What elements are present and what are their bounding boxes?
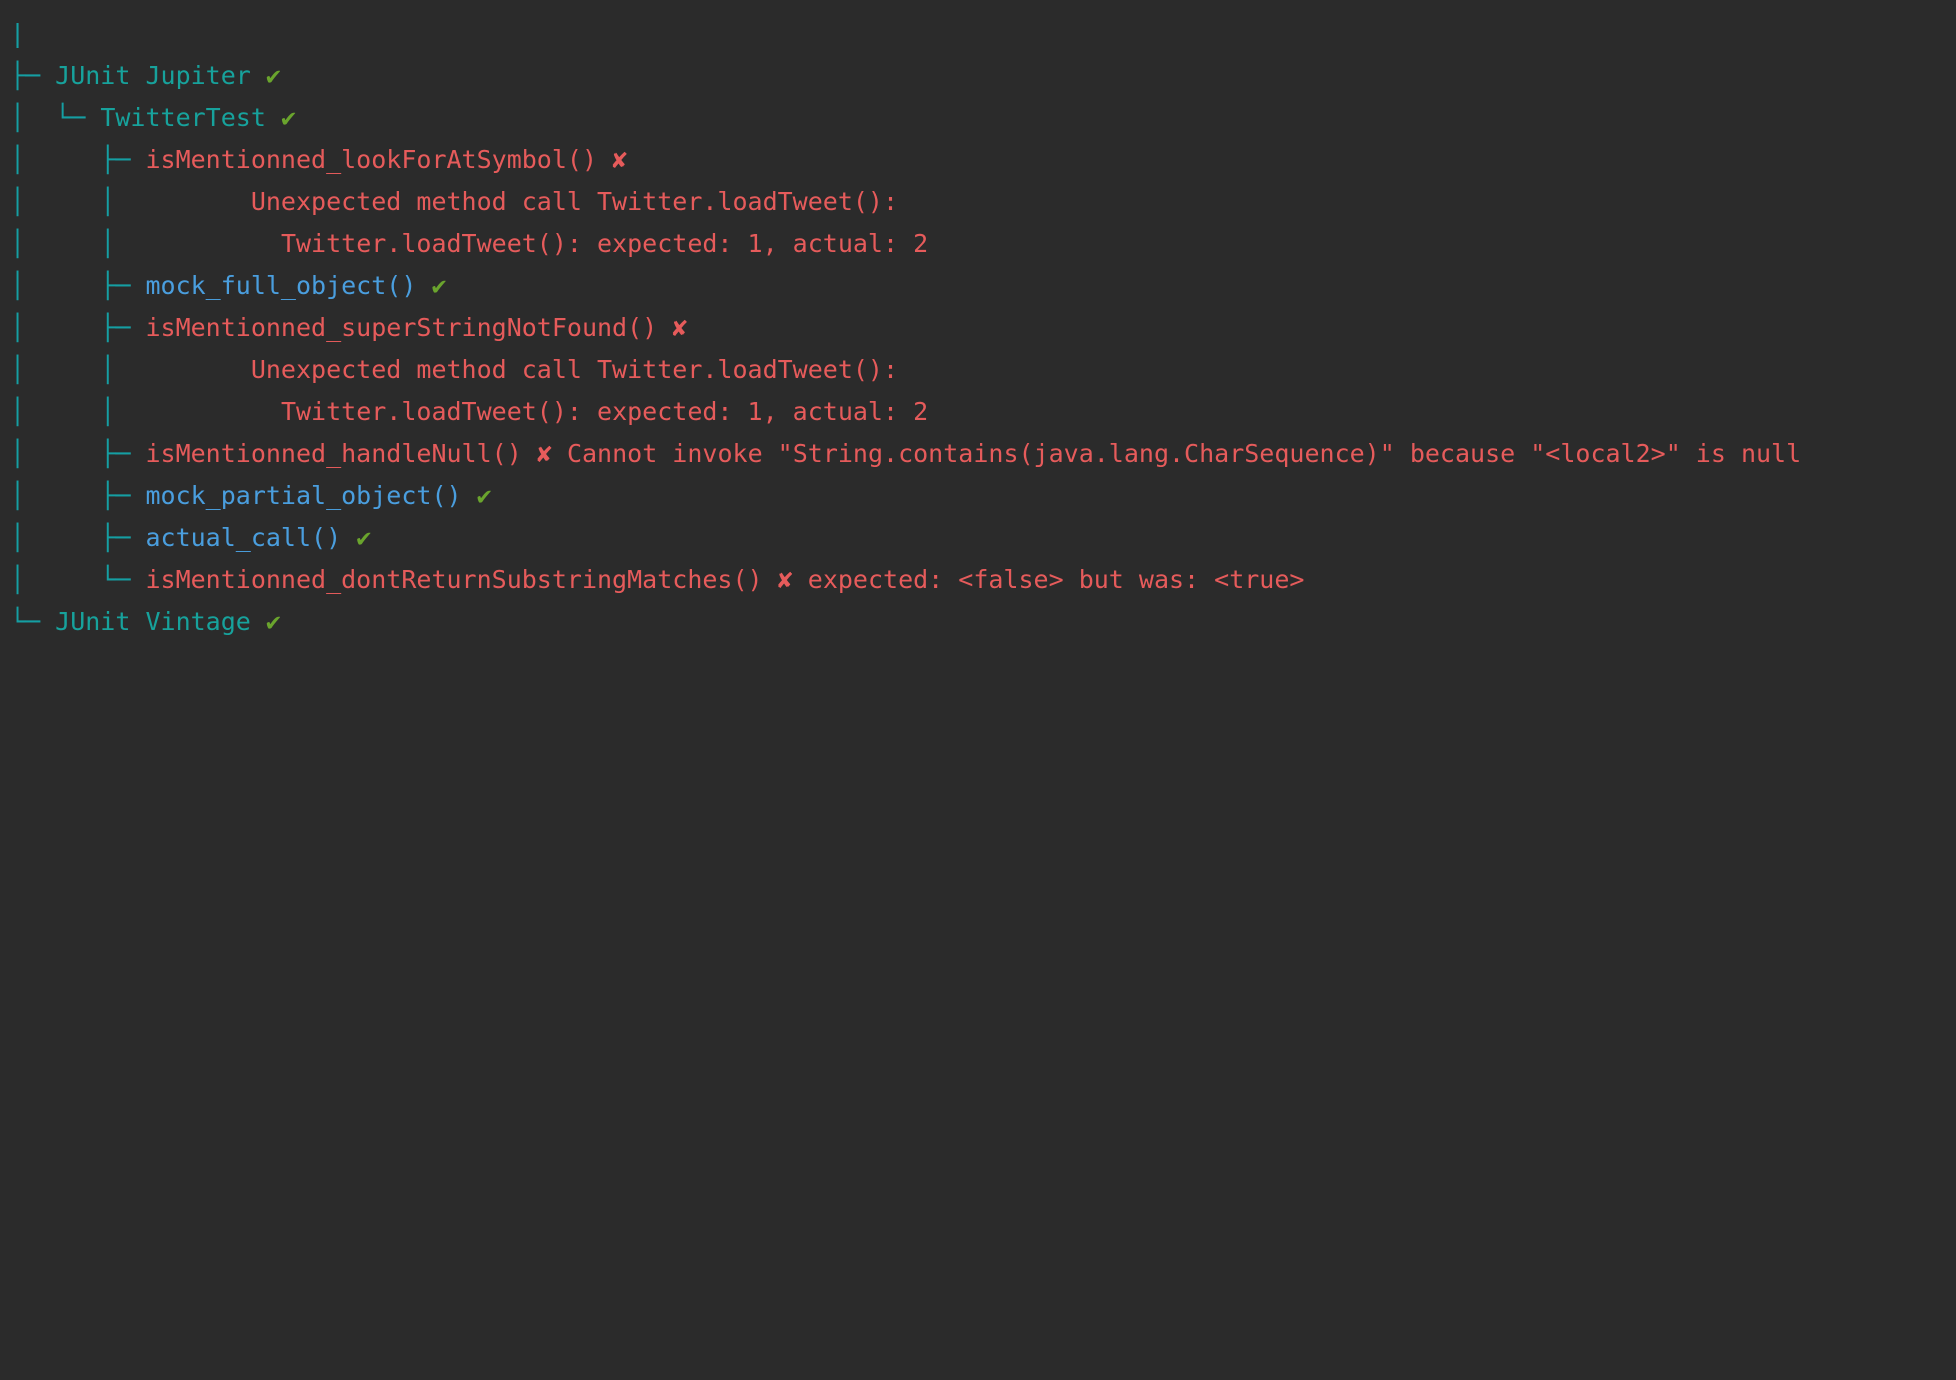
cross-icon: ✘ — [777, 565, 793, 594]
tree-connector: │ ├─ — [10, 439, 146, 468]
test-row-failed[interactable]: │ ├─ isMentionned_superStringNotFound() … — [10, 307, 687, 349]
tree-connector: │ │ — [10, 355, 251, 384]
failure-message-line: │ │ Unexpected method call Twitter.loadT… — [10, 181, 898, 223]
test-name[interactable]: actual_call() — [145, 523, 341, 552]
check-icon: ✔ — [265, 61, 281, 90]
test-row-passed[interactable]: │ ├─ mock_partial_object() ✔ — [10, 475, 492, 517]
check-icon: ✔ — [356, 523, 372, 552]
engine-name[interactable]: JUnit Jupiter — [55, 61, 251, 90]
failure-message: Cannot invoke "String.contains(java.lang… — [566, 439, 1802, 468]
failure-message: expected: <false> but was: <true> — [807, 565, 1305, 594]
test-row-failed[interactable]: │ ├─ isMentionned_lookForAtSymbol() ✘ — [10, 139, 627, 181]
tree-root-line: | — [10, 13, 25, 55]
engine-name[interactable]: JUnit Vintage — [55, 607, 251, 636]
tree-connector: │ └─ — [10, 565, 146, 594]
test-class-name[interactable]: TwitterTest — [100, 103, 266, 132]
tree-connector: | — [10, 19, 26, 48]
tree-connector: │ │ — [10, 187, 251, 216]
test-name[interactable]: isMentionned_dontReturnSubstringMatches(… — [145, 565, 762, 594]
tree-connector: │ ├─ — [10, 271, 146, 300]
tree-connector: │ │ — [10, 397, 281, 426]
failure-message-line: │ │ Twitter.loadTweet(): expected: 1, ac… — [10, 223, 928, 265]
tree-connector: │ │ — [10, 229, 281, 258]
tree-connector: └─ — [10, 607, 56, 636]
test-row-failed[interactable]: │ └─ isMentionned_dontReturnSubstringMat… — [10, 559, 1304, 601]
test-name[interactable]: isMentionned_superStringNotFound() — [145, 313, 657, 342]
check-icon: ✔ — [280, 103, 297, 132]
cross-icon: ✘ — [536, 439, 552, 468]
failure-message: Twitter.loadTweet(): expected: 1, actual… — [280, 397, 929, 426]
failure-message: Unexpected method call Twitter.loadTweet… — [250, 355, 899, 384]
test-results-console: | ├─ JUnit Jupiter ✔ │ └─ TwitterTest ✔ … — [0, 0, 1956, 690]
test-name[interactable]: mock_full_object() — [145, 271, 416, 300]
test-name[interactable]: mock_partial_object() — [145, 481, 461, 510]
tree-connector: ├─ — [10, 61, 56, 90]
test-row-failed[interactable]: │ ├─ isMentionned_handleNull() ✘ Cannot … — [10, 433, 1801, 475]
engine-row-jupiter[interactable]: ├─ JUnit Jupiter ✔ — [10, 55, 281, 97]
test-name[interactable]: isMentionned_lookForAtSymbol() — [145, 145, 597, 174]
check-icon: ✔ — [265, 607, 281, 636]
test-class-row[interactable]: │ └─ TwitterTest ✔ — [10, 97, 296, 139]
failure-message-line: │ │ Unexpected method call Twitter.loadT… — [10, 349, 898, 391]
tree-connector: │ ├─ — [10, 145, 146, 174]
tree-connector: │ └─ — [10, 103, 101, 132]
cross-icon: ✘ — [612, 145, 628, 174]
failure-message: Twitter.loadTweet(): expected: 1, actual… — [280, 229, 929, 258]
failure-message-line: │ │ Twitter.loadTweet(): expected: 1, ac… — [10, 391, 928, 433]
tree-connector: │ ├─ — [10, 481, 146, 510]
test-name[interactable]: isMentionned_handleNull() — [145, 439, 521, 468]
tree-connector: │ ├─ — [10, 313, 146, 342]
check-icon: ✔ — [476, 481, 492, 510]
test-row-passed[interactable]: │ ├─ actual_call() ✔ — [10, 517, 371, 559]
engine-row-vintage[interactable]: └─ JUnit Vintage ✔ — [10, 601, 281, 643]
test-row-passed[interactable]: │ ├─ mock_full_object() ✔ — [10, 265, 447, 307]
failure-message: Unexpected method call Twitter.loadTweet… — [250, 187, 899, 216]
check-icon: ✔ — [431, 271, 447, 300]
tree-connector: │ ├─ — [10, 523, 146, 552]
cross-icon: ✘ — [672, 313, 688, 342]
